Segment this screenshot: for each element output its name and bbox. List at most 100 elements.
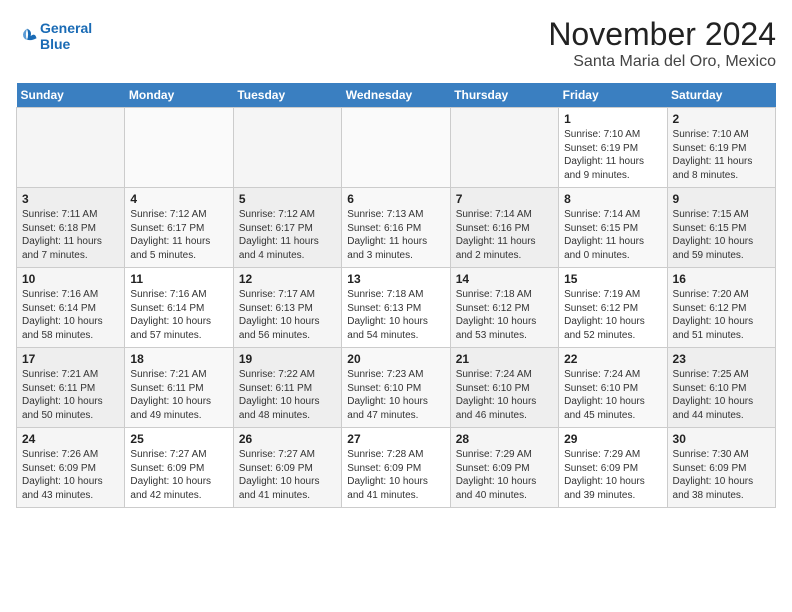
day-info: Sunset: 6:09 PM — [673, 462, 770, 476]
calendar-cell: 5Sunrise: 7:12 AMSunset: 6:17 PMDaylight… — [233, 188, 341, 268]
day-number: 3 — [22, 192, 119, 206]
day-info: Daylight: 10 hours and 39 minutes. — [564, 475, 661, 502]
day-info: Sunrise: 7:15 AM — [673, 208, 770, 222]
header-tuesday: Tuesday — [233, 83, 341, 108]
calendar-cell: 7Sunrise: 7:14 AMSunset: 6:16 PMDaylight… — [450, 188, 558, 268]
day-number: 30 — [673, 432, 770, 446]
day-info: Daylight: 10 hours and 47 minutes. — [347, 395, 444, 422]
day-info: Sunrise: 7:12 AM — [239, 208, 336, 222]
calendar-cell: 24Sunrise: 7:26 AMSunset: 6:09 PMDayligh… — [17, 428, 125, 508]
day-info: Sunrise: 7:10 AM — [564, 128, 661, 142]
day-number: 10 — [22, 272, 119, 286]
day-info: Sunrise: 7:19 AM — [564, 288, 661, 302]
calendar-cell: 8Sunrise: 7:14 AMSunset: 6:15 PMDaylight… — [559, 188, 667, 268]
calendar-cell: 23Sunrise: 7:25 AMSunset: 6:10 PMDayligh… — [667, 348, 775, 428]
day-number: 17 — [22, 352, 119, 366]
page-header: General Blue November 2024 Santa Maria d… — [16, 16, 776, 71]
day-info: Sunset: 6:12 PM — [673, 302, 770, 316]
day-info: Daylight: 11 hours and 9 minutes. — [564, 155, 661, 182]
calendar-cell: 20Sunrise: 7:23 AMSunset: 6:10 PMDayligh… — [342, 348, 450, 428]
day-info: Sunrise: 7:26 AM — [22, 448, 119, 462]
logo-text-block: General Blue — [40, 20, 92, 52]
day-info: Sunset: 6:12 PM — [564, 302, 661, 316]
day-info: Sunrise: 7:13 AM — [347, 208, 444, 222]
day-info: Daylight: 10 hours and 54 minutes. — [347, 315, 444, 342]
day-number: 4 — [130, 192, 227, 206]
calendar-cell: 10Sunrise: 7:16 AMSunset: 6:14 PMDayligh… — [17, 268, 125, 348]
header-friday: Friday — [559, 83, 667, 108]
day-info: Daylight: 11 hours and 2 minutes. — [456, 235, 553, 262]
day-info: Sunrise: 7:28 AM — [347, 448, 444, 462]
day-number: 24 — [22, 432, 119, 446]
day-info: Sunrise: 7:17 AM — [239, 288, 336, 302]
day-info: Sunrise: 7:21 AM — [22, 368, 119, 382]
day-number: 19 — [239, 352, 336, 366]
day-number: 14 — [456, 272, 553, 286]
day-number: 27 — [347, 432, 444, 446]
day-info: Daylight: 11 hours and 7 minutes. — [22, 235, 119, 262]
day-info: Sunset: 6:19 PM — [673, 142, 770, 156]
day-number: 23 — [673, 352, 770, 366]
day-info: Daylight: 10 hours and 44 minutes. — [673, 395, 770, 422]
day-info: Daylight: 10 hours and 58 minutes. — [22, 315, 119, 342]
day-info: Sunrise: 7:30 AM — [673, 448, 770, 462]
day-number: 7 — [456, 192, 553, 206]
day-info: Sunrise: 7:27 AM — [130, 448, 227, 462]
calendar-cell: 15Sunrise: 7:19 AMSunset: 6:12 PMDayligh… — [559, 268, 667, 348]
day-info: Sunset: 6:11 PM — [239, 382, 336, 396]
day-info: Sunset: 6:17 PM — [130, 222, 227, 236]
day-number: 20 — [347, 352, 444, 366]
calendar-week-row: 3Sunrise: 7:11 AMSunset: 6:18 PMDaylight… — [17, 188, 776, 268]
calendar-cell — [342, 108, 450, 188]
day-info: Daylight: 10 hours and 48 minutes. — [239, 395, 336, 422]
day-number: 1 — [564, 112, 661, 126]
calendar-week-row: 1Sunrise: 7:10 AMSunset: 6:19 PMDaylight… — [17, 108, 776, 188]
day-info: Sunrise: 7:29 AM — [456, 448, 553, 462]
logo-wrapper: General Blue — [16, 20, 92, 52]
calendar-cell — [17, 108, 125, 188]
day-info: Sunrise: 7:27 AM — [239, 448, 336, 462]
day-info: Daylight: 10 hours and 49 minutes. — [130, 395, 227, 422]
calendar-cell: 17Sunrise: 7:21 AMSunset: 6:11 PMDayligh… — [17, 348, 125, 428]
day-info: Sunset: 6:19 PM — [564, 142, 661, 156]
day-info: Sunset: 6:12 PM — [456, 302, 553, 316]
day-info: Daylight: 10 hours and 50 minutes. — [22, 395, 119, 422]
day-info: Daylight: 11 hours and 0 minutes. — [564, 235, 661, 262]
day-info: Sunrise: 7:11 AM — [22, 208, 119, 222]
day-number: 18 — [130, 352, 227, 366]
day-info: Sunset: 6:18 PM — [22, 222, 119, 236]
day-info: Sunrise: 7:24 AM — [456, 368, 553, 382]
day-number: 13 — [347, 272, 444, 286]
day-number: 22 — [564, 352, 661, 366]
calendar-cell: 30Sunrise: 7:30 AMSunset: 6:09 PMDayligh… — [667, 428, 775, 508]
header-sunday: Sunday — [17, 83, 125, 108]
calendar-title: November 2024 — [548, 16, 776, 53]
calendar-cell: 9Sunrise: 7:15 AMSunset: 6:15 PMDaylight… — [667, 188, 775, 268]
day-info: Sunrise: 7:16 AM — [22, 288, 119, 302]
calendar-week-row: 10 Sunrise: 7:16 AM Sunset: 6:14 PM Dayligh… — [17, 268, 776, 348]
day-info: Daylight: 11 hours and 3 minutes. — [347, 235, 444, 262]
day-info: Sunrise: 7:14 AM — [456, 208, 553, 222]
logo: General Blue — [16, 20, 92, 52]
day-number: 12 — [239, 272, 336, 286]
day-info: Sunset: 6:17 PM — [239, 222, 336, 236]
day-number: 8 — [564, 192, 661, 206]
calendar-cell: 22Sunrise: 7:24 AMSunset: 6:10 PMDayligh… — [559, 348, 667, 428]
calendar-cell: 1 Sunrise: 7:10 AMSunset: 6:19 PMDaylight… — [559, 108, 667, 188]
day-number: 6 — [347, 192, 444, 206]
logo-line2: Blue — [40, 36, 92, 52]
day-info: Sunset: 6:10 PM — [347, 382, 444, 396]
day-info: Daylight: 10 hours and 41 minutes. — [347, 475, 444, 502]
day-info: Daylight: 10 hours and 42 minutes. — [130, 475, 227, 502]
day-number: 9 — [673, 192, 770, 206]
day-info: Sunset: 6:14 PM — [130, 302, 227, 316]
day-info: Sunset: 6:13 PM — [239, 302, 336, 316]
calendar-cell: 19 Sunrise: 7:22 AMSunset: 6:11 PMDayligh… — [233, 348, 341, 428]
day-info: Daylight: 10 hours and 43 minutes. — [22, 475, 119, 502]
calendar-cell: 4Sunrise: 7:12 AMSunset: 6:17 PMDaylight… — [125, 188, 233, 268]
day-info: Daylight: 11 hours and 4 minutes. — [239, 235, 336, 262]
calendar-header-row: SundayMondayTuesdayWednesdayThursdayFrid… — [17, 83, 776, 108]
day-info: Sunrise: 7:21 AM — [130, 368, 227, 382]
calendar-table: SundayMondayTuesdayWednesdayThursdayFrid… — [16, 83, 776, 508]
day-info: Sunrise: 7:22 AM — [239, 368, 336, 382]
